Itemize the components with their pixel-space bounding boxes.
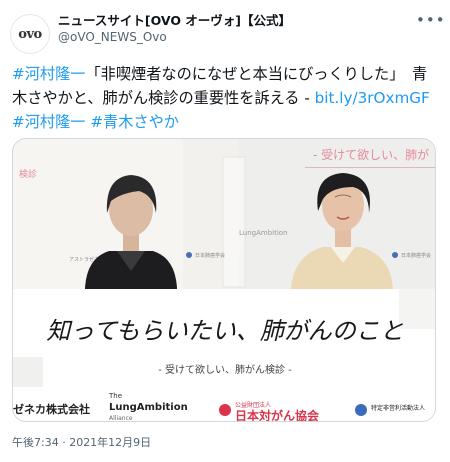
tweet-text: #河村隆一「非喫煙者なのになぜと本当にびっくりした」 青木さやかと、肺がん検診の… xyxy=(12,62,440,134)
hashtag-aoki[interactable]: #青木さやか xyxy=(90,113,179,131)
sponsor-mid-name: 日本対がん協会 xyxy=(235,408,320,422)
backdrop-logo-2: 日本肺癌学会 xyxy=(195,252,225,259)
backdrop-logo-4: 日本肺癌学会 xyxy=(401,252,431,259)
hashtag-kawamura-2[interactable]: #河村隆一 xyxy=(12,113,85,131)
tweet-link[interactable]: bit.ly/3rOxmGF xyxy=(315,89,430,107)
tweet: ovo ニュースサイト[OVO オーヴォ]【公式】 @oVO_NEWS_Ovo … xyxy=(0,0,450,462)
sponsor-lung: LungAmbition xyxy=(109,402,188,413)
banner-left: 検診 xyxy=(19,168,37,180)
tweet-photo[interactable]: - 受けて欲しい、肺が 検診 アストラゼネカ株式会社 日本肺癌学会 LungAm… xyxy=(12,138,436,422)
ovo-logo: ovo xyxy=(18,26,42,42)
sponsor-right: 特定非営利活動法人 xyxy=(371,404,425,412)
sponsor-lung-the: The xyxy=(108,392,122,400)
sponsor-mid-logo xyxy=(219,404,231,416)
sponsor-mid: 公益財団法人 xyxy=(235,401,271,409)
timestamp[interactable]: 午後7:34 · 2021年12月9日 xyxy=(12,434,151,450)
photo-subtitle: - 受けて欲しい、肺がん検診 - xyxy=(158,363,292,376)
backdrop-logo-3: LungAmbition xyxy=(239,229,288,237)
author-block: ニュースサイト[OVO オーヴォ]【公式】 @oVO_NEWS_Ovo xyxy=(58,12,398,46)
more-icon[interactable]: ••• xyxy=(416,13,445,32)
sponsor-left: ゼネカ株式会社 xyxy=(13,402,90,416)
sponsor-lung-alliance: Alliance xyxy=(109,415,133,422)
banner-text: - 受けて欲しい、肺が xyxy=(313,147,429,162)
handle[interactable]: @oVO_NEWS_Ovo xyxy=(58,29,398,46)
avatar[interactable]: ovo xyxy=(10,14,50,54)
display-name[interactable]: ニュースサイト[OVO オーヴォ]【公式】 xyxy=(58,12,398,29)
photo-headline: 知ってもらいたい、肺がんのこと xyxy=(46,317,404,345)
sponsor-right-logo xyxy=(355,404,367,416)
tweet-quote: 「非喫煙者なのになぜと本当にびっくりした」 xyxy=(85,65,397,83)
hashtag-kawamura[interactable]: #河村隆一 xyxy=(12,65,85,83)
event-photo: - 受けて欲しい、肺が 検診 アストラゼネカ株式会社 日本肺癌学会 LungAm… xyxy=(13,139,435,422)
